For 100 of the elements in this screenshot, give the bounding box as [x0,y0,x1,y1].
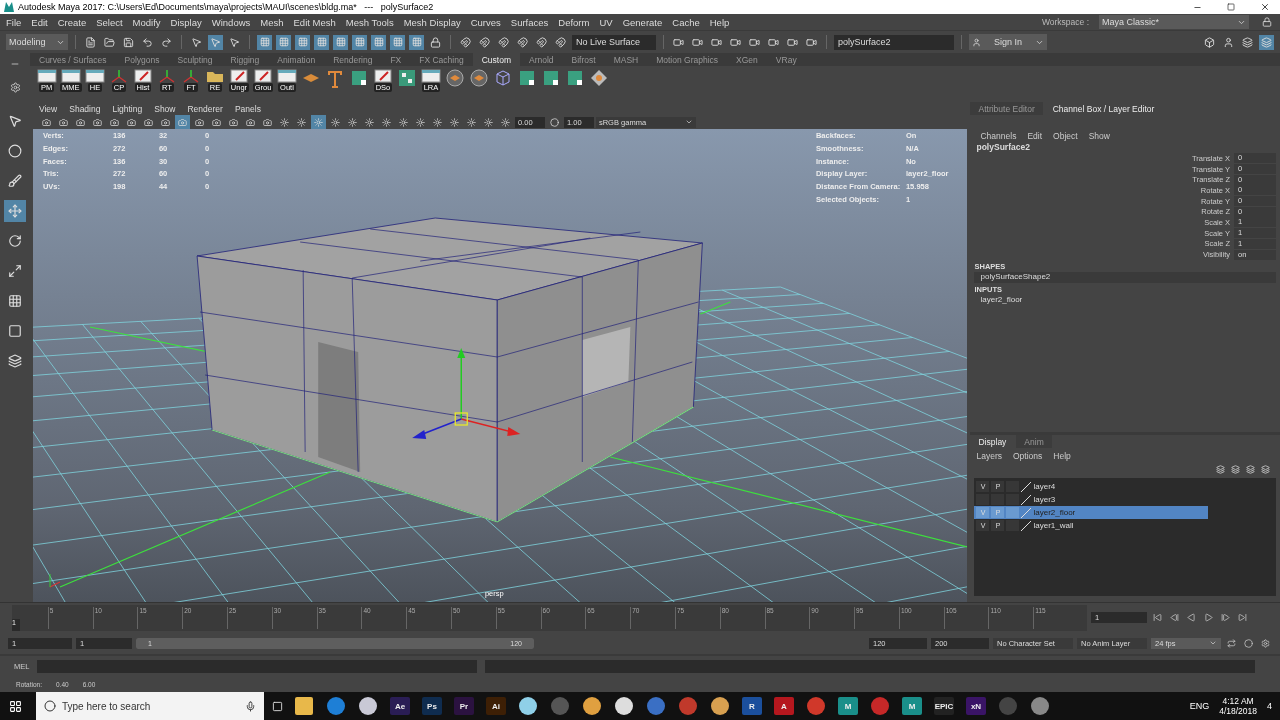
play-button[interactable] [1202,611,1215,624]
taskbar-app-icon[interactable]: Pr [454,697,474,715]
live-surface-field[interactable]: No Live Surface [572,34,656,50]
new-file-icon[interactable] [83,34,98,50]
display-type-toggle[interactable] [1006,494,1020,505]
clock[interactable]: 4:12 AM 4/18/2018 [1219,696,1257,716]
layer-tab[interactable]: Anim [1016,435,1052,448]
object-name-field[interactable]: polySurface2 [834,34,954,50]
menu-item[interactable]: Help [709,16,730,28]
snap-icon[interactable] [534,34,549,50]
display-type-toggle[interactable] [1006,481,1020,492]
viewport-menu-item[interactable]: Panels [234,103,261,114]
channel-menu-item[interactable]: Show [1088,131,1110,139]
taskbar-app-icon[interactable]: A [774,697,794,715]
taskbar-app-icon[interactable]: xN [966,697,986,715]
menu-item[interactable]: Mesh [260,16,284,28]
channel-menu-item[interactable]: Channels [980,131,1017,139]
menu-item[interactable]: Create [57,16,87,28]
go-to-end-button[interactable] [1236,611,1249,624]
taskbar-app-icon[interactable]: R [742,697,762,715]
panel-icon[interactable] [1259,34,1274,50]
taskbar-app-icon[interactable]: M [838,697,858,715]
component-mode-icon[interactable] [371,34,386,50]
loop-button[interactable] [1225,636,1238,650]
menu-item[interactable]: Select [96,16,123,28]
taskbar-app-icon[interactable]: Ae [390,697,410,715]
shelf-tab[interactable]: Custom [472,53,520,66]
display-type-toggle[interactable] [1006,507,1020,518]
layer-menu-item[interactable]: Help [1053,451,1071,464]
component-mode-icon[interactable] [314,34,329,50]
menu-item[interactable]: Mesh Display [403,16,461,28]
component-mode-icon[interactable] [333,34,348,50]
component-mode-icon[interactable] [409,34,424,50]
step-forward-button[interactable] [1219,611,1232,624]
layer-row[interactable]: layer3 [974,493,1209,506]
step-back-button[interactable] [1168,611,1181,624]
snap-icon[interactable] [477,34,492,50]
taskbar-app-icon[interactable] [583,697,601,715]
taskbar-app-icon[interactable] [359,697,377,715]
menu-item[interactable]: Deform [558,16,590,28]
component-mode-icon[interactable] [276,34,291,50]
menu-item[interactable]: Modify [132,16,161,28]
taskbar-app-icon[interactable] [711,697,729,715]
menu-item[interactable]: Windows [211,16,251,28]
component-mode-icon[interactable] [352,34,367,50]
taskbar-app-icon[interactable]: Ps [422,697,442,715]
component-mode-icon[interactable] [257,34,272,50]
command-input-field[interactable] [37,659,478,673]
taskbar-app-icon[interactable]: M [902,697,922,715]
snap-icon[interactable] [515,34,530,50]
menu-item[interactable]: UV [599,16,613,28]
viewport-menu-item[interactable]: Lighting [112,103,143,114]
menu-item[interactable]: Generate [622,16,663,28]
taskbar-app-icon[interactable] [615,697,633,715]
component-mode-icon[interactable] [390,34,405,50]
taskbar-app-icon[interactable]: Ai [486,697,506,715]
sign-in-dropdown[interactable]: Sign In [969,34,1047,50]
menu-item[interactable]: Surfaces [510,16,549,28]
menu-item[interactable]: Edit [31,16,48,28]
component-mode-icon[interactable] [295,34,310,50]
input-node[interactable]: layer2_floor [974,294,1276,306]
viewport-menu-item[interactable]: View [38,103,58,114]
search-field[interactable]: Type here to search [36,692,264,720]
shading-icon[interactable] [310,114,326,130]
snap-icon[interactable] [496,34,511,50]
menu-item[interactable]: File [6,16,22,28]
display-type-toggle[interactable] [1006,520,1020,531]
viewport-menu-item[interactable]: Renderer [187,103,223,114]
shape-node[interactable]: polySurfaceShape2 [974,271,1276,283]
layer-menu-item[interactable]: Options [1013,451,1043,464]
auto-key-button[interactable] [1242,636,1255,650]
menu-item[interactable]: Cache [672,16,700,28]
play-backward-button[interactable] [1185,611,1198,624]
move-tool[interactable] [3,200,26,222]
menu-item[interactable]: Edit Mesh [293,16,336,28]
layer-action-icon[interactable] [1215,464,1225,474]
layer-action-icon[interactable] [1245,464,1255,474]
panel-icon[interactable] [1240,34,1255,50]
taskbar-app-icon[interactable]: EPIC [934,697,954,715]
viewport-menu-item[interactable]: Show [154,103,176,114]
menu-item[interactable]: Display [170,16,202,28]
lock-icon[interactable] [428,34,443,50]
panel-icon[interactable] [1202,34,1217,50]
layer-action-icon[interactable] [1230,464,1240,474]
select-icon[interactable] [208,34,223,50]
snap-icon[interactable] [458,34,473,50]
viewport-menu-item[interactable]: Shading [69,103,101,114]
layer-action-icon[interactable] [1260,464,1270,474]
viewport-tool-icon[interactable] [174,114,190,130]
menu-item[interactable]: Mesh Tools [345,16,394,28]
visibility-toggle[interactable] [976,494,990,505]
preferences-button[interactable] [1259,636,1272,650]
mode-dropdown[interactable]: Modeling [6,34,68,50]
playback-toggle[interactable] [991,494,1005,505]
workspace-dropdown[interactable]: Maya Classic* [1099,15,1249,29]
menu-item[interactable]: Curves [470,16,501,28]
layer-menu-item[interactable]: Layers [976,451,1002,464]
channel-menu-item[interactable]: Object [1053,131,1078,139]
snap-icon[interactable] [553,34,568,50]
taskbar-app-icon[interactable] [519,697,537,715]
